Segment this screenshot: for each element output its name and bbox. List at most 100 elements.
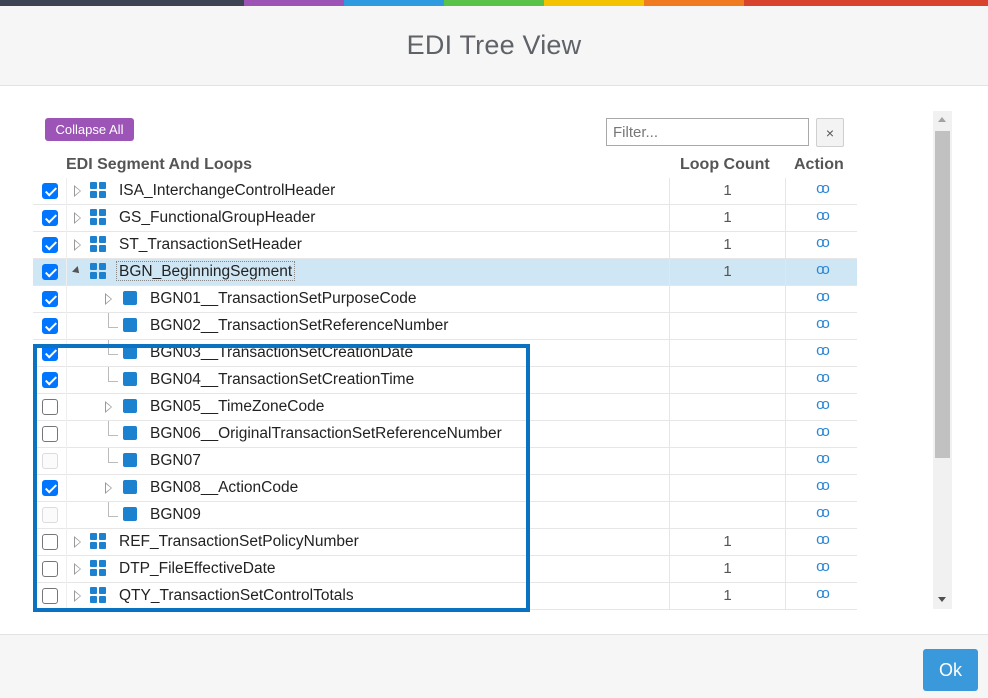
view-glasses-icon[interactable]: oo (816, 424, 830, 439)
scroll-down-arrow-icon[interactable] (938, 597, 946, 602)
collapse-all-button[interactable]: Collapse All (45, 118, 134, 141)
row-checkbox[interactable] (42, 210, 58, 226)
view-glasses-icon[interactable]: oo (816, 559, 830, 574)
segment-label[interactable]: REF_TransactionSetPolicyNumber (116, 531, 362, 551)
view-glasses-icon[interactable]: oo (816, 397, 830, 412)
view-glasses-icon[interactable]: oo (816, 451, 830, 466)
dialog-title: EDI Tree View (406, 30, 582, 60)
segment-label[interactable]: BGN01__TransactionSetPurposeCode (147, 288, 420, 308)
segment-label[interactable]: DTP_FileEffectiveDate (116, 558, 279, 578)
loop-grid-icon (90, 587, 106, 603)
tree-row[interactable]: BGN09 oo (33, 502, 857, 529)
expand-arrow-icon[interactable] (74, 536, 81, 548)
expand-arrow-icon[interactable] (74, 590, 81, 602)
row-checkbox[interactable] (42, 399, 58, 415)
row-checkbox[interactable] (42, 588, 58, 604)
view-glasses-icon[interactable]: oo (816, 532, 830, 547)
loop-count (670, 340, 785, 366)
segment-label[interactable]: ST_TransactionSetHeader (116, 234, 305, 254)
ok-button[interactable]: Ok (923, 649, 978, 691)
row-checkbox[interactable] (42, 183, 58, 199)
loop-count: 1 (723, 209, 732, 226)
tree-row[interactable]: ST_TransactionSetHeader 1 oo (33, 232, 857, 259)
segment-label[interactable]: GS_FunctionalGroupHeader (116, 207, 318, 227)
grid-divider (66, 448, 67, 475)
view-glasses-icon[interactable]: oo (816, 505, 830, 520)
element-square-icon (123, 507, 137, 521)
expand-arrow-icon[interactable] (74, 212, 81, 224)
row-checkbox[interactable] (42, 534, 58, 550)
expand-arrow-icon[interactable] (105, 482, 112, 494)
view-glasses-icon[interactable]: oo (816, 289, 830, 304)
segment-label[interactable]: ISA_InterchangeControlHeader (116, 180, 338, 200)
loop-count: 1 (723, 263, 732, 280)
tree-row[interactable]: BGN02__TransactionSetReferenceNumber oo (33, 313, 857, 340)
view-glasses-icon[interactable]: oo (816, 343, 830, 358)
tree-row[interactable]: BGN03__TransactionSetCreationDate oo (33, 340, 857, 367)
action-cell: oo (786, 583, 857, 609)
scroll-up-arrow-icon[interactable] (938, 117, 946, 122)
tree-row[interactable]: BGN04__TransactionSetCreationTime oo (33, 367, 857, 394)
column-header-segment[interactable]: EDI Segment And Loops (66, 156, 252, 174)
grid-divider (66, 259, 67, 286)
segment-label[interactable]: BGN09 (147, 504, 204, 524)
tree-row[interactable]: BGN05__TimeZoneCode oo (33, 394, 857, 421)
view-glasses-icon[interactable]: oo (816, 235, 830, 250)
vertical-scrollbar[interactable] (933, 111, 952, 609)
grid-divider (66, 475, 67, 502)
tree-row[interactable]: BGN07 oo (33, 448, 857, 475)
collapse-arrow-icon[interactable] (72, 266, 82, 276)
tree-row[interactable]: REF_TransactionSetPolicyNumber 1 oo (33, 529, 857, 556)
view-glasses-icon[interactable]: oo (816, 208, 830, 223)
tree-row[interactable]: DTP_FileEffectiveDate 1 oo (33, 556, 857, 583)
segment-label[interactable]: BGN08__ActionCode (147, 477, 301, 497)
row-checkbox[interactable] (42, 291, 58, 307)
row-checkbox[interactable] (42, 318, 58, 334)
row-checkbox[interactable] (42, 345, 58, 361)
row-checkbox[interactable] (42, 426, 58, 442)
grid-divider (66, 556, 67, 583)
clear-filter-button[interactable]: × (816, 118, 844, 147)
column-header-loop-count[interactable]: Loop Count (680, 156, 770, 174)
row-checkbox[interactable] (42, 237, 58, 253)
expand-arrow-icon[interactable] (105, 401, 112, 413)
expand-arrow-icon[interactable] (105, 293, 112, 305)
tree-row[interactable]: BGN08__ActionCode oo (33, 475, 857, 502)
expand-arrow-icon[interactable] (74, 185, 81, 197)
view-glasses-icon[interactable]: oo (816, 316, 830, 331)
tree-row[interactable]: ISA_InterchangeControlHeader 1 oo (33, 178, 857, 205)
view-glasses-icon[interactable]: oo (816, 586, 830, 601)
segment-label[interactable]: QTY_TransactionSetControlTotals (116, 585, 357, 605)
loop-count: 1 (723, 533, 732, 550)
column-header-action[interactable]: Action (794, 156, 844, 174)
tree-row[interactable]: BGN_BeginningSegment 1 oo (33, 259, 857, 286)
view-glasses-icon[interactable]: oo (816, 370, 830, 385)
loop-count (670, 421, 785, 447)
filter-input[interactable] (606, 118, 809, 146)
view-glasses-icon[interactable]: oo (816, 478, 830, 493)
segment-label[interactable]: BGN07 (147, 450, 204, 470)
tree-row[interactable]: QTY_TransactionSetControlTotals 1 oo (33, 583, 857, 610)
row-checkbox[interactable] (42, 372, 58, 388)
element-square-icon (123, 399, 137, 413)
segment-label[interactable]: BGN06__OriginalTransactionSetReferenceNu… (147, 423, 505, 443)
grid-divider (66, 394, 67, 421)
scrollbar-thumb[interactable] (935, 131, 950, 458)
view-glasses-icon[interactable]: oo (816, 262, 830, 277)
segment-label[interactable]: BGN03__TransactionSetCreationDate (147, 342, 416, 362)
tree-row[interactable]: BGN01__TransactionSetPurposeCode oo (33, 286, 857, 313)
tree-row[interactable]: BGN06__OriginalTransactionSetReferenceNu… (33, 421, 857, 448)
row-checkbox[interactable] (42, 561, 58, 577)
tree-row[interactable]: GS_FunctionalGroupHeader 1 oo (33, 205, 857, 232)
row-checkbox[interactable] (42, 480, 58, 496)
expand-arrow-icon[interactable] (74, 239, 81, 251)
segment-label[interactable]: BGN02__TransactionSetReferenceNumber (147, 315, 451, 335)
row-checkbox[interactable] (42, 264, 58, 280)
segment-label[interactable]: BGN04__TransactionSetCreationTime (147, 369, 417, 389)
action-cell: oo (786, 340, 857, 366)
segment-label[interactable]: BGN05__TimeZoneCode (147, 396, 327, 416)
loop-grid-icon (90, 533, 106, 549)
segment-label[interactable]: BGN_BeginningSegment (116, 261, 296, 281)
expand-arrow-icon[interactable] (74, 563, 81, 575)
view-glasses-icon[interactable]: oo (816, 181, 830, 196)
